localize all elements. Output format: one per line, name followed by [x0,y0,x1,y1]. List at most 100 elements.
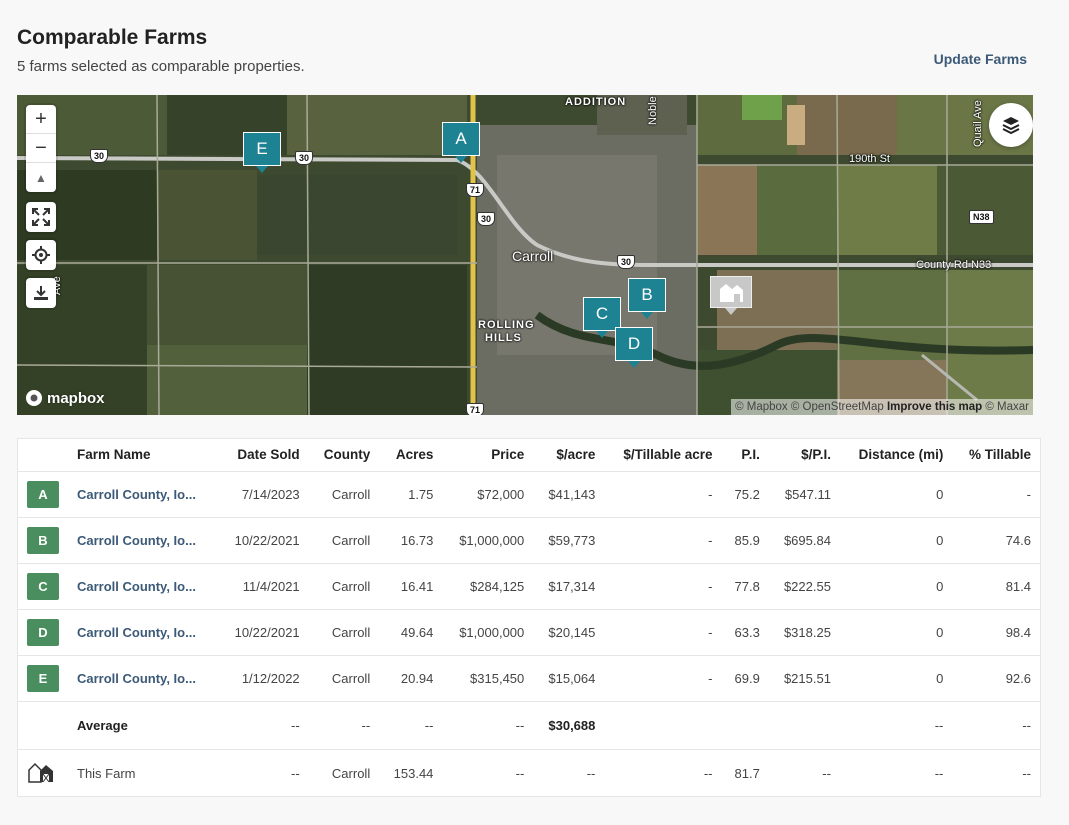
col-pct-tillable[interactable]: % Tillable [952,439,1040,472]
tf-price: -- [515,765,525,781]
per-tillable-acre: - [604,655,722,702]
pct-tillable: 92.6 [952,655,1040,702]
map-marker-d[interactable]: D [615,327,653,368]
distance: 0 [839,655,953,702]
pct-tillable: 98.4 [952,609,1040,656]
this-farm-row: This Farm -- Carroll 153.44 -- -- -- 81.… [18,749,1040,797]
barn-icon [28,762,53,783]
geolocate-button[interactable] [26,240,56,270]
map-marker-b[interactable]: B [628,278,666,319]
farm-badge: C [27,572,59,600]
comparable-farms-table: Farm Name Date Sold County Acres Price $… [17,438,1041,797]
geolocate-icon [32,246,50,264]
us71-shield: 71 [466,183,485,197]
county: Carroll [308,471,380,518]
date-sold: 10/22/2021 [217,609,309,656]
tf-per-pi: -- [822,765,831,781]
n38-shield: N38 [969,210,994,224]
avg-price: -- [442,701,534,750]
us30-shield: 30 [617,255,636,269]
pi: 77.8 [721,563,769,610]
col-price[interactable]: Price [442,439,534,472]
farm-name-link[interactable]: Carroll County, Io... [77,579,196,594]
col-badge [18,439,68,472]
tf-acres: 153.44 [393,765,434,781]
per-pi: $547.11 [768,471,840,518]
date-sold: 7/14/2023 [217,471,309,518]
acres: 20.94 [379,655,443,702]
price: $315,450 [442,655,534,702]
avg-pi [721,701,769,750]
col-date-sold[interactable]: Date Sold [217,439,309,472]
tf-pi: 81.7 [734,765,760,781]
farm-badge: E [27,664,59,692]
col-farm-name[interactable]: Farm Name [68,439,218,472]
us30-shield: 30 [477,212,496,226]
table-row: B Carroll County, Io... 10/22/2021 Carro… [18,517,1040,564]
layers-button[interactable] [989,103,1033,147]
fullscreen-button[interactable] [26,202,56,232]
pi: 75.2 [721,471,769,518]
per-pi: $695.84 [768,517,840,564]
farm-name-link[interactable]: Carroll County, Io... [77,671,196,686]
farm-name-link[interactable]: Carroll County, Io... [77,487,196,502]
table-row: E Carroll County, Io... 1/12/2022 Carrol… [18,655,1040,702]
download-button[interactable] [26,278,56,308]
per-acre: $17,314 [533,563,605,610]
barn-icon [720,284,743,302]
zoom-out-button[interactable]: − [26,134,56,163]
price: $1,000,000 [442,609,534,656]
avg-per-acre: $30,688 [533,701,605,750]
date-sold: 10/22/2021 [217,517,309,564]
improve-map-link[interactable]: Improve this map [887,401,982,413]
farm-name-link[interactable]: Carroll County, Io... [77,625,196,640]
update-farms-button[interactable]: Update Farms [934,51,1027,67]
avg-distance: -- [839,701,953,750]
price: $72,000 [442,471,534,518]
table-header-row: Farm Name Date Sold County Acres Price $… [18,439,1040,472]
per-acre: $59,773 [533,517,605,564]
map-marker-a[interactable]: A [442,122,480,163]
col-pi[interactable]: P.I. [721,439,769,472]
acres: 1.75 [379,471,443,518]
map-marker-c[interactable]: C [583,297,621,338]
tf-pct-tillable: -- [1022,765,1031,781]
tf-county: Carroll [331,765,371,781]
col-per-acre[interactable]: $/acre [533,439,605,472]
mapbox-logo: mapbox [25,389,105,407]
attribution-mapbox[interactable]: © Mapbox [735,401,788,413]
pi: 85.9 [721,517,769,564]
date-sold: 1/12/2022 [217,655,309,702]
us71-shield: 71 [466,403,485,415]
compass-button[interactable]: ▲ [26,163,56,192]
label-county-rd-n33: County Rd N33 [916,259,992,271]
per-tillable-acre: - [604,563,722,610]
zoom-in-button[interactable]: + [26,105,56,134]
map[interactable]: ADDITION Carroll ROLLING HILLS Noble Ave… [17,95,1033,415]
per-pi: $318.25 [768,609,840,656]
label-rolling-hills-2: HILLS [485,332,522,344]
price: $284,125 [442,563,534,610]
layers-icon [1002,117,1020,135]
pct-tillable: 74.6 [952,517,1040,564]
col-acres[interactable]: Acres [379,439,443,472]
per-tillable-acre: - [604,609,722,656]
col-distance[interactable]: Distance (mi) [839,439,953,472]
col-county[interactable]: County [308,439,380,472]
per-acre: $20,145 [533,609,605,656]
per-acre: $15,064 [533,655,605,702]
distance: 0 [839,609,953,656]
farm-name-link[interactable]: Carroll County, Io... [77,533,196,548]
attribution-maxar[interactable]: © Maxar [985,401,1029,413]
map-marker-e[interactable]: E [243,132,281,173]
this-farm-marker[interactable] [710,276,752,315]
label-190th-st: 190th St [849,153,890,165]
col-per-pi[interactable]: $/P.I. [768,439,840,472]
farm-badge: D [27,618,59,646]
zoom-controls: + − ▲ [26,105,56,192]
acres: 49.64 [379,609,443,656]
tf-distance: -- [934,765,944,781]
attribution-osm[interactable]: © OpenStreetMap [791,401,884,413]
mapbox-icon [26,390,42,406]
col-per-tillable-acre[interactable]: $/Tillable acre [604,439,722,472]
